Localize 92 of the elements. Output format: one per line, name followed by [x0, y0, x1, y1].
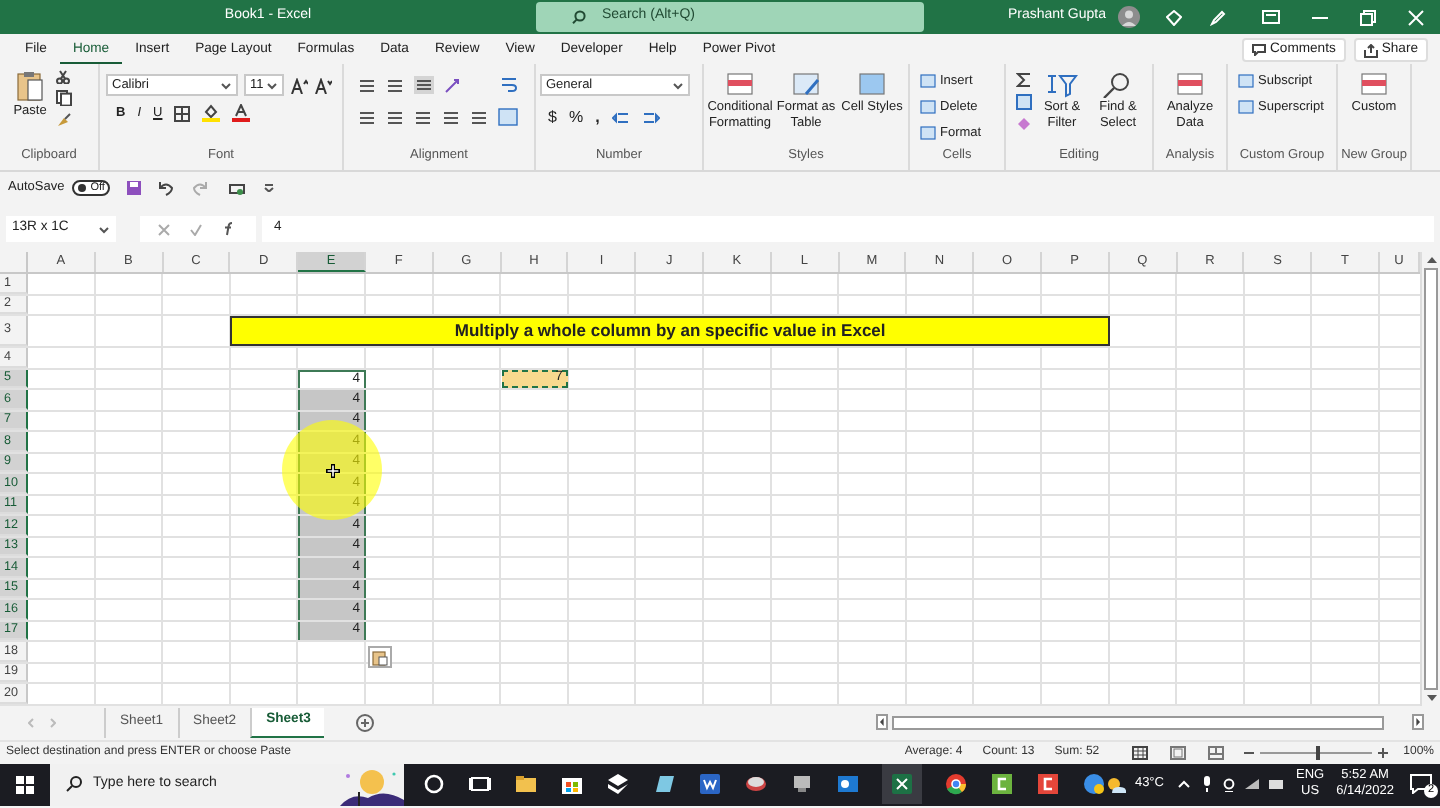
ribbon-button-icon: [790, 72, 822, 98]
share-icon: [1363, 43, 1378, 57]
wrap-text-icon[interactable]: [500, 76, 518, 94]
function-icon[interactable]: [222, 222, 236, 236]
disc-icon[interactable]: [744, 772, 769, 796]
increase-decimal-icon[interactable]: [611, 110, 630, 126]
webcam-icon[interactable]: [1221, 777, 1236, 791]
normal-view-icon[interactable]: [1131, 745, 1148, 759]
ribbon-button-icon: [1358, 72, 1390, 98]
sort-filter-icon: [1046, 72, 1078, 98]
weather-icon[interactable]: [1106, 775, 1129, 793]
diamond-icon[interactable]: [1166, 9, 1182, 25]
align-top-icon[interactable]: [358, 77, 376, 93]
title-banner: Multiply a whole column by an specific value in Excel: [230, 316, 1110, 346]
clipboard-icon: [372, 649, 388, 665]
zoom-in-icon[interactable]: [1377, 747, 1388, 757]
scroll-left-icon[interactable]: [876, 714, 888, 730]
autosum-icon[interactable]: [1016, 72, 1032, 88]
align-middle-icon[interactable]: [386, 77, 404, 93]
scroll-up-icon[interactable]: [1425, 256, 1437, 264]
excel-icon[interactable]: [882, 764, 923, 804]
search-icon: [65, 776, 82, 792]
speaker-icon[interactable]: [1267, 778, 1284, 790]
add-sheet-icon[interactable]: [356, 713, 375, 731]
cortana-icon[interactable]: [422, 772, 447, 796]
paste-options-icon[interactable]: [368, 646, 392, 668]
search-icon: [1102, 72, 1134, 98]
caret-icon[interactable]: [672, 81, 684, 89]
ribbon-button-icon: [1174, 72, 1206, 98]
clear-icon[interactable]: [1016, 116, 1032, 130]
cut-icon[interactable]: [56, 70, 70, 84]
copy-icon[interactable]: [56, 90, 72, 106]
decrease-indent-icon[interactable]: [442, 109, 460, 125]
align-center-icon[interactable]: [386, 109, 404, 125]
comma-button[interactable]: ,: [595, 106, 600, 130]
store-icon[interactable]: [560, 772, 585, 796]
fill-icon[interactable]: [1016, 94, 1032, 110]
borders-icon[interactable]: [174, 105, 191, 122]
font-color-icon[interactable]: [232, 104, 251, 123]
scroll-down-icon[interactable]: [1425, 693, 1437, 701]
align-left-icon[interactable]: [358, 109, 376, 125]
zoom-slider[interactable]: [1259, 745, 1372, 759]
customize-icon[interactable]: [264, 184, 275, 192]
box-icon[interactable]: [606, 772, 631, 796]
page-break-icon[interactable]: [1207, 745, 1224, 759]
increase-font-icon[interactable]: [290, 77, 308, 93]
search-icon: [572, 10, 586, 24]
align-right-icon[interactable]: [414, 109, 432, 125]
align-bottom-icon[interactable]: [414, 76, 434, 94]
task-view-icon[interactable]: [468, 772, 493, 796]
outlook-icon[interactable]: [836, 772, 861, 796]
percent-button[interactable]: %: [568, 106, 584, 130]
c-tile-icon[interactable]: [990, 772, 1015, 796]
save-icon[interactable]: [126, 180, 143, 196]
restore-icon[interactable]: [1360, 9, 1376, 25]
scroll-right-icon[interactable]: [1412, 714, 1424, 730]
show-hidden-icons[interactable]: [1177, 780, 1190, 788]
fill-color-icon[interactable]: [202, 104, 221, 123]
ribbon-button-icon: [724, 72, 756, 98]
notification-icon[interactable]: [1410, 774, 1432, 794]
page-layout-icon[interactable]: [1169, 745, 1186, 759]
cross-cursor-icon: [325, 463, 339, 477]
orientation-icon[interactable]: [444, 77, 464, 93]
network-icon[interactable]: [1243, 778, 1260, 790]
clipboard-icon: [16, 70, 44, 102]
caret-icon[interactable]: [220, 81, 232, 89]
c-tile-icon[interactable]: [1036, 772, 1061, 796]
avatar-icon[interactable]: [1118, 6, 1140, 28]
caret-icon[interactable]: [98, 225, 110, 233]
decrease-decimal-icon[interactable]: [641, 110, 660, 126]
help-icon[interactable]: [1082, 772, 1107, 796]
pen-icon[interactable]: [1210, 9, 1226, 25]
currency-button[interactable]: $: [548, 106, 557, 130]
microphone-icon[interactable]: [1201, 776, 1212, 792]
comment-icon: [1252, 44, 1266, 56]
decrease-font-icon[interactable]: [314, 77, 332, 93]
caret-icon[interactable]: [266, 81, 278, 89]
increase-indent-icon[interactable]: [470, 109, 488, 125]
notepad-icon[interactable]: [652, 772, 677, 796]
windows-start-icon[interactable]: [15, 775, 34, 793]
word-icon[interactable]: [698, 772, 723, 796]
print-preview-icon[interactable]: [228, 180, 247, 196]
close-icon[interactable]: [1408, 9, 1424, 25]
ribbon-display-icon[interactable]: [1262, 10, 1280, 24]
slider-thumb[interactable]: [1316, 745, 1321, 759]
format-painter-icon[interactable]: [56, 112, 72, 128]
computer-icon[interactable]: [790, 772, 815, 796]
undo-icon[interactable]: [156, 180, 175, 196]
ribbon-button-icon: [856, 72, 888, 98]
chrome-icon[interactable]: [944, 772, 969, 796]
folder-icon[interactable]: [514, 772, 539, 796]
horizontal-scrollbar[interactable]: [876, 713, 1424, 731]
